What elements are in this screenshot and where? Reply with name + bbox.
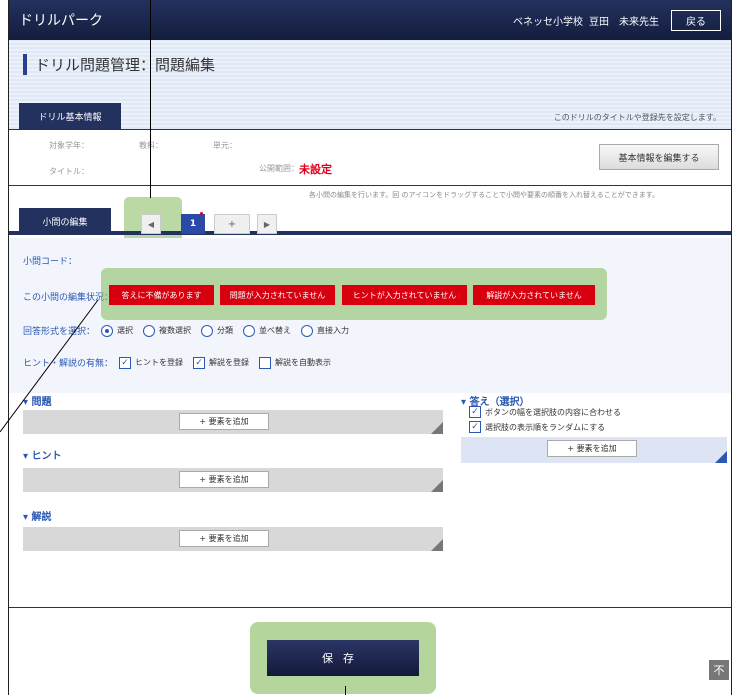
subquestion-nav: 小問の編集 ◀ 1 + ▶	[9, 205, 731, 235]
tab-basic-info[interactable]: ドリル基本情報	[19, 103, 121, 129]
check-icon[interactable]: ✓	[469, 421, 481, 433]
hint-label: ヒント・解説の有無：	[23, 359, 114, 369]
add-subquestion-button[interactable]: +	[214, 214, 250, 234]
add-element-button[interactable]: + 要素を追加	[179, 471, 269, 488]
app-logo[interactable]: ドリルパーク	[19, 10, 103, 30]
status-badge-hint: ヒントが入力されていません	[342, 285, 467, 305]
back-button[interactable]: 戻る	[671, 9, 721, 31]
answer-option-1[interactable]: ✓ ボタンの幅を選択肢の内容に合わせる	[469, 406, 631, 418]
radio-select-label: 選択	[117, 326, 134, 335]
question-block: + 要素を追加	[23, 410, 443, 434]
basic-info-panel: 対象学年： 教科： 単元： タイトル： 公開範囲： 未設定 基本情報を編集する	[9, 130, 731, 186]
status-badge-question: 問題が入力されていません	[220, 285, 335, 305]
checkbox-auto-explanation[interactable]: 解説を自動表示	[259, 356, 332, 369]
radio-select-circle[interactable]	[101, 324, 114, 337]
tab-subquestion-edit[interactable]: 小問の編集	[19, 208, 111, 235]
prev-icon[interactable]: ◀	[141, 214, 161, 234]
radio-sort[interactable]: 並べ替え	[243, 324, 292, 337]
app-frame: ドリルパーク ベネッセ小学校 豆田 未来先生 戻る ドリル問題管理：問題編集 ド…	[8, 0, 732, 695]
explanation-block: + 要素を追加	[23, 527, 443, 551]
subquestion-hint: 各小問の編集を行います。回 のアイコンをドラッグすることで小問や要素の順番を入れ…	[309, 191, 660, 199]
radio-classify-circle[interactable]	[201, 324, 214, 337]
answer-option-1-label: ボタンの幅を選択肢の内容に合わせる	[485, 407, 621, 417]
edit-basic-info-button[interactable]: 基本情報を編集する	[599, 144, 719, 170]
hint-block: + 要素を追加	[23, 468, 443, 492]
checkbox-explanation[interactable]: ✓ 解説を登録	[193, 356, 250, 369]
code-row: 小問コード：	[23, 254, 77, 267]
radio-classify[interactable]: 分類	[201, 324, 234, 337]
radio-direct-input-label: 直接入力	[317, 326, 350, 335]
page-title: ドリル問題管理：問題編集	[23, 54, 215, 75]
radio-direct-input[interactable]: 直接入力	[301, 324, 350, 337]
save-button[interactable]: 保存	[267, 640, 419, 676]
target-grade-label: 対象学年：	[49, 141, 89, 150]
annotation-line-bottom	[345, 686, 346, 695]
add-element-button[interactable]: + 要素を追加	[179, 413, 269, 430]
check-icon[interactable]: ✓	[469, 406, 481, 418]
checkbox-hint[interactable]: ✓ ヒントを登録	[119, 356, 184, 369]
code-label: 小問コード：	[23, 257, 78, 267]
section-explanation-label: 解説	[31, 512, 52, 523]
publish-value: 未設定	[299, 163, 332, 176]
section-hint-heading[interactable]: ▾ ヒント	[23, 447, 62, 462]
annotation-line-top	[150, 0, 151, 198]
next-icon[interactable]: ▶	[257, 214, 277, 234]
resize-handle-icon[interactable]	[715, 451, 727, 463]
footer-divider	[9, 607, 731, 608]
hint-row: ヒント・解説の有無： ✓ ヒントを登録 ✓ 解説を登録 解説を自動表示	[23, 356, 341, 369]
check-icon[interactable]: ✓	[193, 356, 206, 369]
status-row: この小問の編集状況：	[23, 290, 113, 303]
answer-block: + 要素を追加	[461, 437, 727, 463]
basic-info-hint: このドリルのタイトルや登録先を設定します。	[553, 113, 721, 122]
add-element-button[interactable]: + 要素を追加	[547, 440, 637, 457]
error-dot	[200, 212, 203, 215]
scroll-to-top-icon[interactable]: 不	[709, 660, 729, 680]
radio-classify-label: 分類	[217, 326, 234, 335]
status-label: この小問の編集状況：	[23, 293, 114, 303]
section-hint-label: ヒント	[31, 451, 62, 462]
teacher-name: 豆田 未来先生	[589, 16, 659, 28]
checkbox-auto-explanation-label: 解説を自動表示	[275, 358, 332, 367]
resize-handle-icon[interactable]	[431, 480, 443, 492]
radio-multi-select[interactable]: 複数選択	[143, 324, 192, 337]
answer-option-2[interactable]: ✓ 選択肢の表示順をランダムにする	[469, 421, 615, 433]
publish-label: 公開範囲：	[259, 164, 299, 173]
subject-label: 教科：	[139, 141, 163, 150]
unit-label: 単元：	[213, 141, 237, 150]
status-badge-answer: 答えに不備があります	[109, 285, 214, 305]
page-1-button[interactable]: 1	[181, 214, 205, 234]
answer-option-2-label: 選択肢の表示順をランダムにする	[485, 422, 606, 432]
radio-multi-select-label: 複数選択	[159, 326, 192, 335]
resize-handle-icon[interactable]	[431, 539, 443, 551]
title-area: ドリル問題管理：問題編集 ドリル基本情報 このドリルのタイトルや登録先を設定しま…	[9, 40, 731, 130]
answer-format-row: 回答形式を選択： 選択 複数選択 分類 並べ替え 直接入力	[23, 324, 359, 337]
checkbox-explanation-label: 解説を登録	[209, 358, 250, 367]
section-explanation-heading[interactable]: ▾ 解説	[23, 508, 52, 523]
answer-format-label: 回答形式を選択：	[23, 327, 96, 337]
checkbox-empty[interactable]	[259, 356, 272, 369]
top-bar: ドリルパーク ベネッセ小学校 豆田 未来先生 戻る	[9, 0, 731, 40]
checkbox-hint-label: ヒントを登録	[135, 358, 184, 367]
section-question-heading[interactable]: ▾ 問題	[23, 393, 52, 408]
radio-multi-select-circle[interactable]	[143, 324, 156, 337]
radio-select[interactable]: 選択	[101, 324, 134, 337]
status-badge-explanation: 解説が入力されていません	[473, 285, 595, 305]
section-question-label: 問題	[31, 397, 52, 408]
add-element-button[interactable]: + 要素を追加	[179, 530, 269, 547]
radio-sort-circle[interactable]	[243, 324, 256, 337]
title-label: タイトル：	[49, 167, 89, 176]
radio-direct-input-circle[interactable]	[301, 324, 314, 337]
check-icon[interactable]: ✓	[119, 356, 132, 369]
radio-sort-label: 並べ替え	[259, 326, 292, 335]
school-name: ベネッセ小学校	[513, 16, 583, 28]
resize-handle-icon[interactable]	[431, 422, 443, 434]
